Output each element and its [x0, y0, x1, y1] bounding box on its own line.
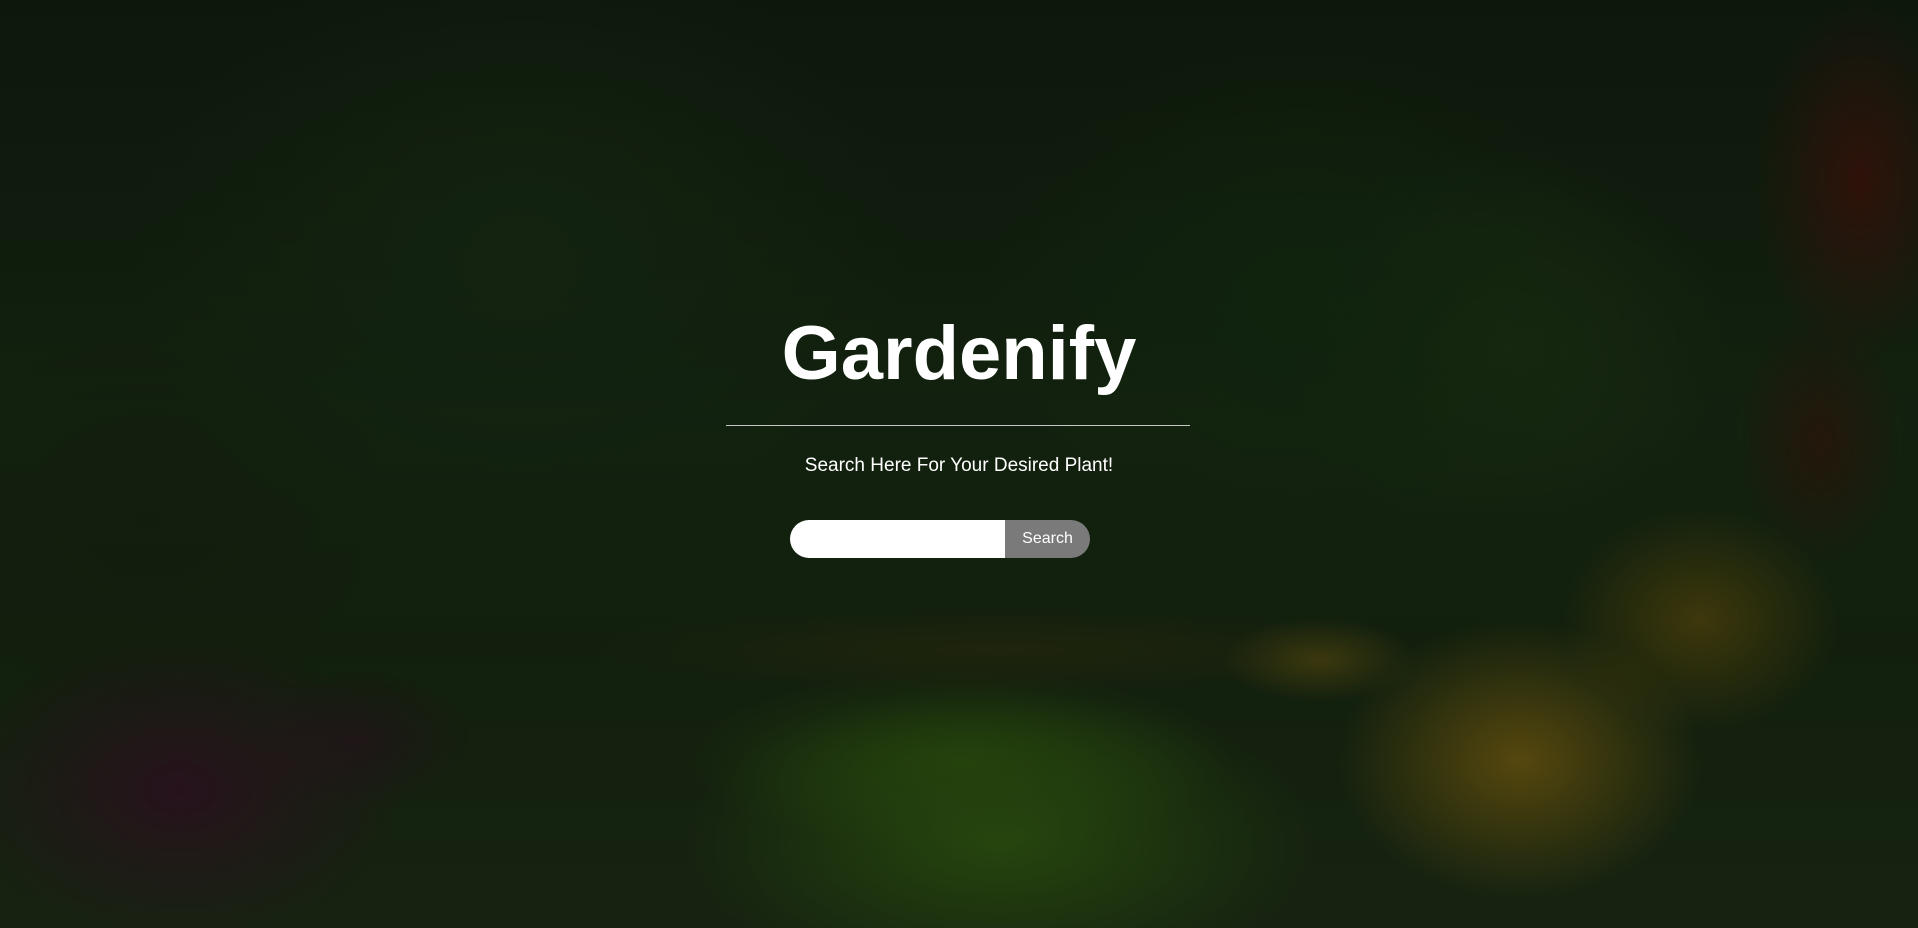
search-prompt: Search Here For Your Desired Plant! — [804, 455, 1114, 476]
site-title: Gardenify — [781, 311, 1137, 396]
search-button[interactable]: Search — [1005, 520, 1090, 558]
title-divider — [726, 425, 1190, 426]
plant-search-input[interactable] — [790, 520, 1005, 558]
hero-section: Gardenify Search Here For Your Desired P… — [0, 0, 1918, 928]
plant-search-form: Search — [790, 520, 1090, 558]
hero-content: Gardenify Search Here For Your Desired P… — [0, 0, 1918, 928]
